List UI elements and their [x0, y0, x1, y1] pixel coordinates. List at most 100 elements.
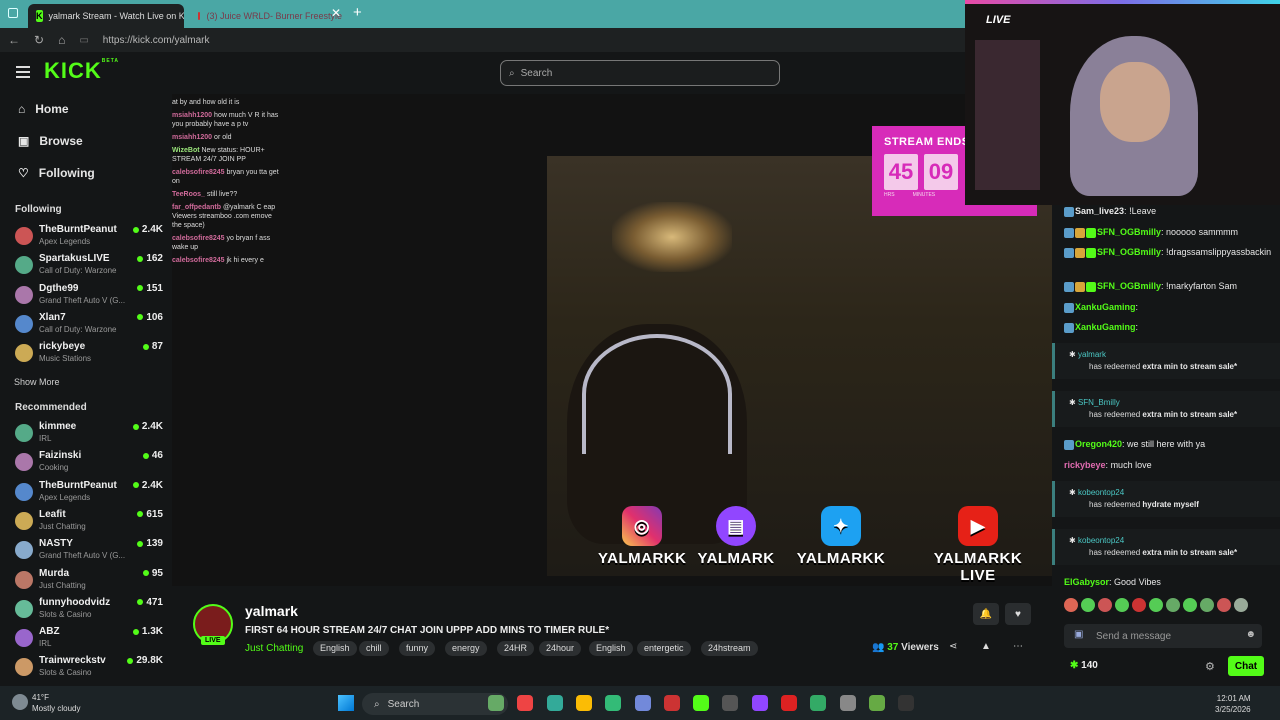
taskbar-app-icon[interactable] — [751, 695, 768, 711]
stream-tag[interactable]: 24HR — [497, 641, 535, 656]
emote-icon[interactable] — [1098, 598, 1112, 612]
redeem-user[interactable]: kobeontop24 — [1078, 488, 1124, 497]
overlay-chat-user: TeeRoos_ — [172, 191, 205, 198]
redeem-user[interactable]: kobeontop24 — [1078, 536, 1124, 545]
stream-tag[interactable]: funny — [399, 641, 436, 656]
sidebar-channel-murda[interactable]: Murda Just Chatting 95 — [15, 568, 163, 596]
show-more-link[interactable]: Show More — [14, 377, 60, 387]
sidebar-channel-kimmee[interactable]: kimmee IRL 2.4K — [15, 421, 163, 449]
video-player[interactable]: at by and how old it is msiahh1200 how mu… — [172, 94, 1052, 586]
taskbar-app-icon[interactable] — [605, 695, 622, 711]
workspaces-icon[interactable] — [8, 8, 18, 18]
redeem-user[interactable]: SFN_Bmilly — [1078, 398, 1120, 407]
tab-youtube[interactable]: (3) Juice WRLD- Burner Freestyle — [190, 4, 350, 28]
channel-points[interactable]: ✱ 140 — [1070, 660, 1098, 671]
windows-start-icon[interactable] — [338, 695, 354, 711]
system-clock[interactable]: 12:01 AM 3/25/2026 — [1215, 693, 1251, 715]
notification-bell-button[interactable]: 🔔 — [973, 603, 999, 625]
chat-username[interactable]: ElGabysor — [1064, 577, 1109, 587]
share-icon[interactable]: ⋖ — [949, 641, 957, 652]
emote-icon[interactable] — [1132, 598, 1146, 612]
chat-username[interactable]: SFN_OGBmilly — [1097, 247, 1161, 257]
kick-logo[interactable]: KICKBETA — [44, 58, 119, 84]
taskbar-app-icon[interactable] — [634, 695, 651, 711]
emote-icon[interactable] — [1115, 598, 1129, 612]
reload-icon[interactable]: ↻ — [34, 33, 44, 47]
emote-icon[interactable] — [1166, 598, 1180, 612]
chat-username[interactable]: Sam_live23 — [1075, 206, 1124, 216]
emote-icon[interactable] — [1149, 598, 1163, 612]
stream-category-link[interactable]: Just Chatting — [245, 643, 303, 654]
stream-tag[interactable]: energy — [445, 641, 487, 656]
taskbar-app-icon[interactable] — [663, 695, 680, 711]
redeem-user[interactable]: yalmark — [1078, 350, 1106, 359]
tab-kick[interactable]: K yalmark Stream - Watch Live on Ki ✕ — [28, 4, 184, 28]
sidebar-channel-leafit[interactable]: Leafit Just Chatting 615 — [15, 509, 163, 537]
emote-icon[interactable] — [1234, 598, 1248, 612]
sidebar-channel-abz[interactable]: ABZ IRL 1.3K — [15, 626, 163, 654]
sidebar-channel-xlan7[interactable]: Xlan7 Call of Duty: Warzone 106 — [15, 312, 163, 340]
sidebar-channel-rickybeye[interactable]: rickybeye Music Stations 87 — [15, 341, 163, 369]
chat-input[interactable]: ▣ Send a message ☻ — [1064, 624, 1262, 648]
taskbar-app-icon[interactable] — [517, 695, 534, 711]
chat-username[interactable]: XankuGaming — [1075, 322, 1136, 332]
emote-icon[interactable] — [1183, 598, 1197, 612]
stream-tag[interactable]: 24hour — [539, 641, 582, 656]
sidebar-channel-spartakuslive[interactable]: SpartakusLIVE Call of Duty: Warzone 162 — [15, 253, 163, 281]
taskbar-app-icon[interactable] — [868, 695, 885, 711]
url-field[interactable]: https://kick.com/yalmark — [103, 35, 210, 46]
chat-send-button[interactable]: Chat — [1228, 656, 1264, 676]
chat-settings-icon[interactable]: ⚙ — [1205, 660, 1215, 673]
chat-username[interactable]: Oregon420 — [1075, 439, 1122, 449]
taskbar-app-icon[interactable] — [781, 695, 797, 711]
nav-following[interactable]: ♡ Following — [18, 166, 95, 180]
sidebar-channel-trainwreckstv[interactable]: Trainwreckstv Slots & Casino 29.8K — [15, 655, 163, 683]
report-icon[interactable]: ▲ — [981, 641, 991, 652]
nav-home[interactable]: ⌂ Home — [18, 102, 69, 116]
sidebar-channel-funnyhoodvidz[interactable]: funnyhoodvidz Slots & Casino 471 — [15, 597, 163, 625]
search-input[interactable]: ⌕ Search — [500, 60, 780, 86]
emote-icon[interactable] — [1081, 598, 1095, 612]
stream-tag[interactable]: entergetic — [637, 641, 691, 656]
taskbar-app-icon[interactable] — [810, 695, 827, 711]
home-icon[interactable]: ⌂ — [58, 33, 65, 47]
sidebar-channel-faizinski[interactable]: Faizinski Cooking 46 — [15, 450, 163, 478]
emote-picker-icon[interactable]: ▣ — [1074, 629, 1083, 640]
taskbar-app-icon[interactable] — [693, 695, 710, 711]
menu-icon[interactable] — [16, 66, 30, 78]
sidebar-channel-theburntpeanut[interactable]: TheBurntPeanut Apex Legends 2.4K — [15, 224, 163, 252]
emote-icon[interactable] — [1064, 598, 1078, 612]
chat-username[interactable]: rickybeye — [1064, 460, 1106, 470]
weather-widget[interactable]: 41°F Mostly cloudy — [32, 692, 80, 714]
close-tab-icon[interactable]: ✕ — [331, 6, 341, 20]
overlay-chat-line: calebsofire8245 jk hi every e — [172, 256, 282, 265]
taskbar-app-icon[interactable] — [488, 695, 504, 711]
taskbar-app-icon[interactable] — [575, 695, 592, 711]
taskbar-search[interactable]: ⌕ Search — [362, 693, 508, 715]
stream-tag[interactable]: 24hstream — [701, 641, 758, 656]
taskbar-app-icon[interactable] — [839, 695, 856, 711]
streamer-name[interactable]: yalmark — [245, 603, 298, 619]
chat-username[interactable]: SFN_OGBmilly — [1097, 227, 1161, 237]
channel-avatar — [15, 424, 33, 442]
emote-icon[interactable] — [1217, 598, 1231, 612]
back-icon[interactable]: ← — [8, 33, 20, 47]
sidebar-channel-theburntpeanut[interactable]: TheBurntPeanut Apex Legends 2.4K — [15, 480, 163, 508]
more-options-icon[interactable]: ⋯ — [1013, 641, 1023, 652]
chat-username[interactable]: XankuGaming — [1075, 302, 1136, 312]
stream-tag[interactable]: chill — [359, 641, 389, 656]
follow-button[interactable]: ♥ — [1005, 603, 1031, 625]
chat-username[interactable]: SFN_OGBmilly — [1097, 281, 1161, 291]
stream-tag[interactable]: English — [313, 641, 357, 656]
emote-icon[interactable] — [1200, 598, 1214, 612]
emoji-icon[interactable]: ☻ — [1245, 629, 1256, 640]
nav-browse[interactable]: ▣ Browse — [18, 134, 83, 148]
taskbar-app-icon[interactable] — [722, 695, 739, 711]
stream-tag[interactable]: English — [589, 641, 633, 656]
new-tab-icon[interactable]: + — [353, 4, 362, 21]
sidebar-channel-dgthe99[interactable]: Dgthe99 Grand Theft Auto V (G... 151 — [15, 283, 163, 311]
site-info-icon[interactable]: ▭ — [79, 35, 88, 46]
taskbar-app-icon[interactable] — [898, 695, 915, 711]
taskbar-app-icon[interactable] — [546, 695, 563, 711]
sidebar-channel-nasty[interactable]: NASTY Grand Theft Auto V (G... 139 — [15, 538, 163, 566]
